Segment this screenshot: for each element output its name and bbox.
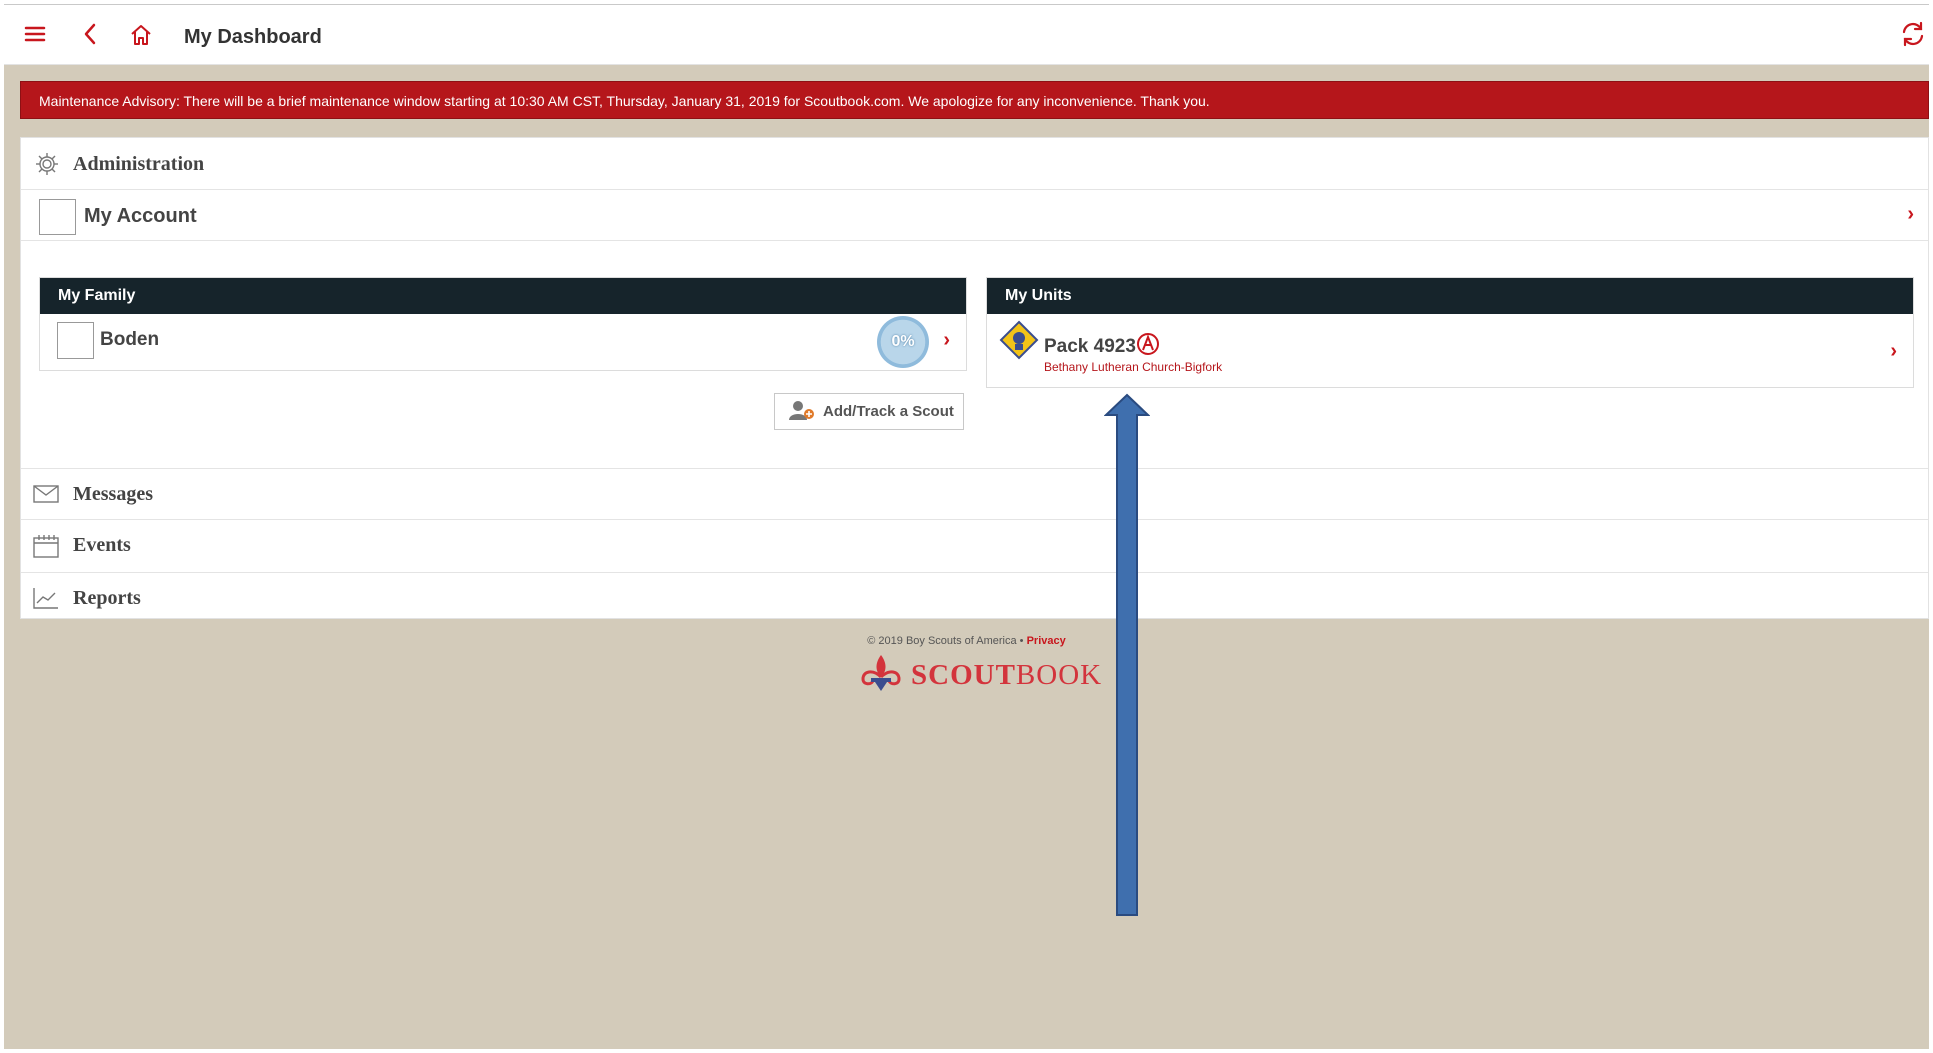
messages-row[interactable]: Messages: [21, 468, 1928, 520]
unit-name: Pack 4923: [1044, 336, 1136, 357]
add-track-scout-label: Add/Track a Scout: [823, 403, 954, 420]
reports-label: Reports: [73, 587, 141, 609]
top-bar: My Dashboard: [4, 5, 1929, 65]
events-label: Events: [73, 534, 131, 556]
my-family-heading: My Family: [40, 278, 966, 314]
unit-row[interactable]: Pack 4923 Bethany Lutheran Church-Bigfor…: [987, 314, 1913, 387]
dashboard-panel: Administration My Account › My Family Bo…: [20, 137, 1929, 619]
progress-indicator: 0%: [877, 316, 929, 368]
unit-admin-a-icon: [1135, 331, 1161, 362]
calendar-icon: [33, 534, 59, 563]
events-row[interactable]: Events: [21, 520, 1928, 573]
reports-row[interactable]: Reports: [21, 573, 1928, 620]
home-icon[interactable]: [129, 23, 153, 52]
back-arrow-icon[interactable]: [82, 23, 98, 50]
unit-charter-org: Bethany Lutheran Church-Bigfork: [1044, 360, 1223, 374]
family-member-row[interactable]: Boden 0% ›: [40, 314, 966, 370]
my-units-card: My Units Pack 4923 Bethany Lutheran Chur…: [986, 277, 1914, 388]
administration-row[interactable]: Administration: [21, 138, 1928, 190]
cub-scout-badge-icon: [999, 320, 1039, 365]
my-account-label: My Account: [84, 205, 197, 227]
sync-icon[interactable]: [1899, 20, 1927, 53]
maintenance-advisory-banner: Maintenance Advisory: There will be a br…: [20, 81, 1929, 119]
fleur-de-lis-icon: [859, 653, 903, 698]
chevron-right-icon[interactable]: ›: [1907, 203, 1914, 226]
chevron-right-icon[interactable]: ›: [943, 329, 950, 352]
gear-icon: [35, 152, 59, 181]
brand-book: BOOK: [1015, 659, 1103, 691]
add-user-icon: [789, 399, 815, 425]
member-name: Boden: [100, 329, 160, 350]
messages-label: Messages: [73, 483, 153, 505]
my-units-heading: My Units: [987, 278, 1913, 314]
page-title: My Dashboard: [184, 26, 322, 48]
line-chart-icon: [33, 587, 59, 614]
app-frame: My Dashboard Maintenance Advisory: There…: [4, 4, 1929, 1049]
scoutbook-logo: SCOUTBOOK: [859, 653, 1102, 698]
footer: © 2019 Boy Scouts of America • Privacy S…: [4, 635, 1929, 691]
chevron-right-icon[interactable]: ›: [1890, 340, 1897, 363]
copyright: © 2019 Boy Scouts of America • Privacy: [4, 635, 1929, 647]
brand-wordmark: SCOUTBOOK: [911, 659, 1102, 692]
envelope-icon: [33, 483, 59, 510]
my-family-card: My Family Boden 0% ›: [39, 277, 967, 371]
annotation-up-arrow: [1104, 393, 1150, 916]
my-account-row[interactable]: My Account ›: [21, 190, 1928, 241]
administration-label: Administration: [73, 153, 205, 175]
hamburger-menu-icon[interactable]: [24, 23, 46, 50]
privacy-link[interactable]: Privacy: [1027, 635, 1066, 647]
copyright-text: © 2019 Boy Scouts of America •: [867, 635, 1024, 647]
member-avatar: [57, 322, 94, 359]
account-avatar: [39, 199, 76, 235]
add-track-scout-button[interactable]: Add/Track a Scout: [774, 393, 964, 430]
brand-scout: SCOUT: [911, 659, 1016, 691]
